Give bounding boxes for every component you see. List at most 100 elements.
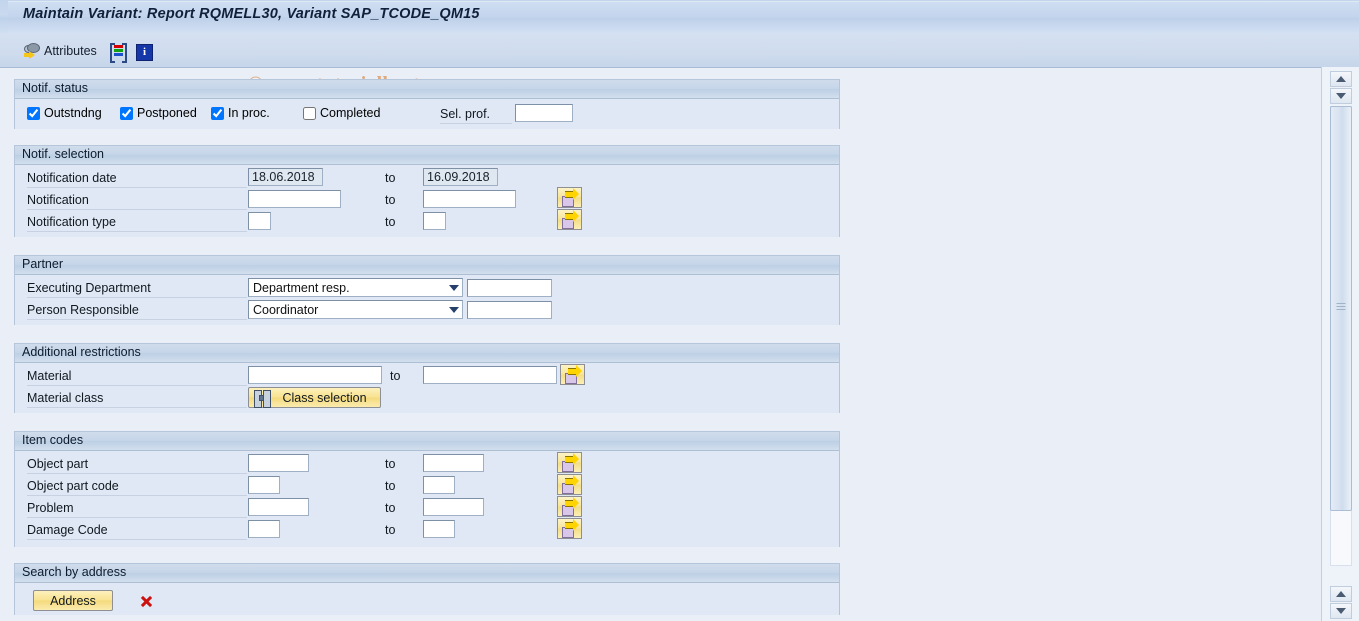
notification-date-to-label: to bbox=[385, 171, 396, 185]
variant-values-button[interactable] bbox=[106, 39, 131, 63]
damage-code-to-label: to bbox=[385, 523, 396, 537]
damage-code-multiple-selection-button[interactable] bbox=[557, 518, 582, 539]
attributes-button[interactable]: Attributes bbox=[20, 39, 101, 63]
executing-department-input[interactable] bbox=[467, 279, 552, 297]
object-part-underline bbox=[27, 473, 247, 474]
section-header-partner: Partner bbox=[15, 256, 839, 275]
section-notif-status: Notif. status Outstndng Postponed In pro… bbox=[14, 79, 840, 129]
section-item-codes: Item codes Object part to Object part co… bbox=[14, 431, 840, 547]
checkbox-postponed[interactable]: Postponed bbox=[120, 106, 197, 120]
checkbox-postponed-input[interactable] bbox=[120, 106, 133, 120]
sel-prof-input[interactable] bbox=[515, 104, 573, 122]
material-to-label: to bbox=[390, 369, 401, 383]
scroll-down-button-top[interactable] bbox=[1330, 88, 1352, 104]
object-part-multiple-selection-button[interactable] bbox=[557, 452, 582, 473]
selection-screen-content: Notif. status Outstndng Postponed In pro… bbox=[0, 67, 1322, 621]
material-class-underline bbox=[27, 407, 247, 408]
object-part-to-input[interactable] bbox=[423, 454, 484, 472]
problem-to-input[interactable] bbox=[423, 498, 484, 516]
colored-bars-icon bbox=[110, 43, 127, 63]
problem-from-input[interactable] bbox=[248, 498, 309, 516]
checkbox-in-proc[interactable]: In proc. bbox=[211, 106, 270, 120]
problem-label: Problem bbox=[27, 501, 74, 515]
section-header-notif-status: Notif. status bbox=[15, 80, 839, 99]
section-body-partner: Executing Department Department resp. Pe… bbox=[15, 275, 839, 325]
checkbox-completed[interactable]: Completed bbox=[303, 106, 380, 120]
notification-date-to-input[interactable] bbox=[423, 168, 498, 186]
sap-variant-maintenance-screen: Maintain Variant: Report RQMELL30, Varia… bbox=[0, 0, 1359, 621]
checkbox-completed-input[interactable] bbox=[303, 106, 316, 120]
object-part-label: Object part bbox=[27, 457, 89, 471]
material-label: Material bbox=[27, 369, 72, 383]
object-part-code-to-label: to bbox=[385, 479, 396, 493]
person-responsible-dropdown[interactable]: Coordinator bbox=[248, 300, 463, 319]
scroll-down-button-bottom[interactable] bbox=[1330, 603, 1352, 619]
section-additional-restrictions: Additional restrictions Material to Mate… bbox=[14, 343, 840, 413]
application-toolbar: Attributes i © www.tutorialkart.com bbox=[0, 33, 1359, 95]
material-multiple-selection-button[interactable] bbox=[560, 364, 585, 385]
info-button[interactable]: i bbox=[132, 40, 157, 64]
sel-prof-label: Sel. prof. bbox=[440, 107, 491, 121]
binoculars-icon bbox=[254, 390, 271, 408]
material-from-input[interactable] bbox=[248, 366, 382, 384]
notification-type-label: Notification type bbox=[27, 215, 116, 229]
section-header-additional-restrictions: Additional restrictions bbox=[15, 344, 839, 363]
executing-department-underline bbox=[27, 297, 247, 298]
notification-type-multiple-selection-button[interactable] bbox=[557, 209, 582, 230]
delete-x-icon[interactable] bbox=[139, 594, 153, 608]
notification-label: Notification bbox=[27, 193, 89, 207]
info-icon: i bbox=[136, 43, 153, 61]
object-part-code-multiple-selection-button[interactable] bbox=[557, 474, 582, 495]
notification-multiple-selection-button[interactable] bbox=[557, 187, 582, 208]
material-to-input[interactable] bbox=[423, 366, 557, 384]
object-part-from-input[interactable] bbox=[248, 454, 309, 472]
notification-type-to-label: to bbox=[385, 215, 396, 229]
person-responsible-underline bbox=[27, 319, 247, 320]
sel-prof-underline bbox=[440, 123, 512, 124]
problem-to-label: to bbox=[385, 501, 396, 515]
object-part-code-to-input[interactable] bbox=[423, 476, 455, 494]
chevron-down-icon[interactable] bbox=[445, 301, 462, 318]
notification-date-from-input[interactable] bbox=[248, 168, 323, 186]
notification-type-to-input[interactable] bbox=[423, 212, 446, 230]
damage-code-to-input[interactable] bbox=[423, 520, 455, 538]
executing-department-dropdown[interactable]: Department resp. bbox=[248, 278, 463, 297]
vertical-scrollbar[interactable] bbox=[1321, 67, 1359, 621]
notification-to-label: to bbox=[385, 193, 396, 207]
section-body-notif-selection: Notification date to Notification to Not… bbox=[15, 165, 839, 237]
attributes-icon bbox=[24, 42, 41, 60]
section-header-search-by-address: Search by address bbox=[15, 564, 839, 583]
section-search-by-address: Search by address Address bbox=[14, 563, 840, 615]
checkbox-outstndng[interactable]: Outstndng bbox=[27, 106, 102, 120]
checkbox-outstndng-input[interactable] bbox=[27, 106, 40, 120]
material-underline bbox=[27, 385, 247, 386]
notification-from-input[interactable] bbox=[248, 190, 341, 208]
address-button[interactable]: Address bbox=[33, 590, 113, 611]
window-title-bar: Maintain Variant: Report RQMELL30, Varia… bbox=[0, 0, 1359, 34]
attributes-button-label: Attributes bbox=[44, 44, 97, 58]
scroll-up-button-top[interactable] bbox=[1330, 71, 1352, 87]
page-title: Maintain Variant: Report RQMELL30, Varia… bbox=[23, 6, 480, 22]
scrollbar-thumb[interactable] bbox=[1330, 106, 1352, 511]
section-body-additional-restrictions: Material to Material class Class selecti… bbox=[15, 363, 839, 413]
damage-code-from-input[interactable] bbox=[248, 520, 280, 538]
damage-code-label: Damage Code bbox=[27, 523, 108, 537]
checkbox-in-proc-label: In proc. bbox=[228, 106, 270, 120]
section-body-notif-status: Outstndng Postponed In proc. Completed S… bbox=[15, 99, 839, 129]
problem-multiple-selection-button[interactable] bbox=[557, 496, 582, 517]
notification-type-from-input[interactable] bbox=[248, 212, 271, 230]
scroll-up-button-bottom[interactable] bbox=[1330, 586, 1352, 602]
person-responsible-input[interactable] bbox=[467, 301, 552, 319]
checkbox-in-proc-input[interactable] bbox=[211, 106, 224, 120]
chevron-down-icon[interactable] bbox=[445, 279, 462, 296]
executing-department-label: Executing Department bbox=[27, 281, 151, 295]
object-part-code-label: Object part code bbox=[27, 479, 119, 493]
problem-underline bbox=[27, 517, 247, 518]
object-part-code-underline bbox=[27, 495, 247, 496]
class-selection-button[interactable]: Class selection bbox=[248, 387, 381, 408]
section-header-item-codes: Item codes bbox=[15, 432, 839, 451]
damage-code-underline bbox=[27, 539, 247, 540]
notification-to-input[interactable] bbox=[423, 190, 516, 208]
material-class-label: Material class bbox=[27, 391, 104, 405]
object-part-code-from-input[interactable] bbox=[248, 476, 280, 494]
